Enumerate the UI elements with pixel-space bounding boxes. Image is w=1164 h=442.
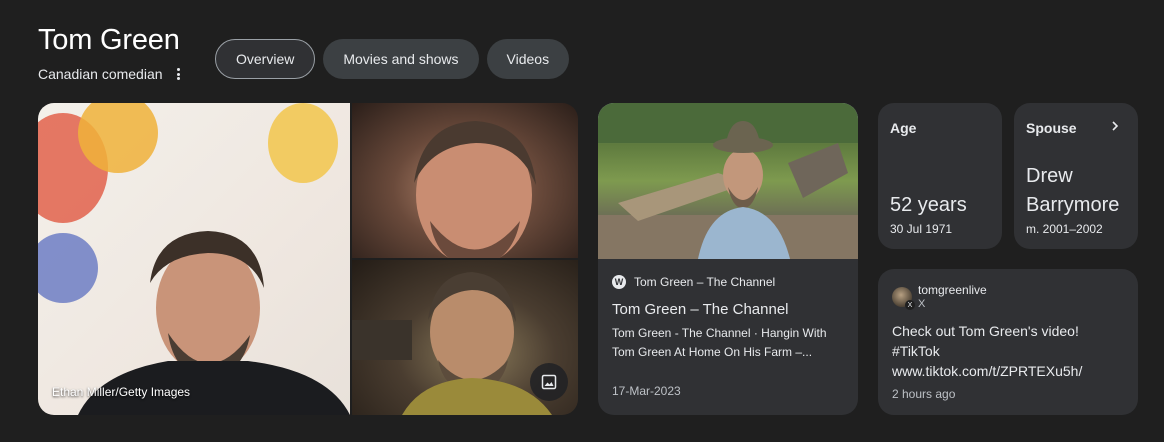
main-photo[interactable]: Ethan Miller/Getty Images xyxy=(38,103,350,415)
tab-movies-and-shows[interactable]: Movies and shows xyxy=(323,39,479,79)
post-hashtag[interactable]: #TikTok xyxy=(892,341,1128,361)
x-logo-icon: X xyxy=(905,300,915,310)
post-handle[interactable]: tomgreenlive xyxy=(918,283,987,297)
tab-overview[interactable]: Overview xyxy=(215,39,316,79)
channel-card[interactable]: W Tom Green – The Channel Tom Green – Th… xyxy=(598,103,858,415)
spouse-card[interactable]: Spouse Drew Barrymore m. 2001–2002 xyxy=(1014,103,1138,249)
entity-title: Tom Green xyxy=(38,24,180,56)
age-card[interactable]: Age 52 years 30 Jul 1971 xyxy=(878,103,1002,249)
wordpress-icon: W xyxy=(612,275,626,289)
channel-source: W Tom Green – The Channel xyxy=(612,275,775,289)
channel-description: Tom Green - The Channel · Hangin With To… xyxy=(612,326,827,359)
post-text: Check out Tom Green's video! #TikTok www… xyxy=(892,321,1128,381)
subtitle-row: Canadian comedian xyxy=(38,66,185,82)
chevron-right-icon[interactable] xyxy=(1110,121,1120,131)
spouse-name-first: Drew xyxy=(1026,165,1073,187)
photo-podcast[interactable] xyxy=(352,260,578,415)
channel-thumbnail xyxy=(598,103,858,259)
entity-subtitle: Canadian comedian xyxy=(38,66,163,82)
image-mosaic: Ethan Miller/Getty Images xyxy=(38,103,578,415)
post-link[interactable]: www.tiktok.com/t/ZPRTEXu5h/ xyxy=(892,361,1128,381)
photo-closeup[interactable] xyxy=(352,103,578,258)
image-gallery-icon[interactable] xyxy=(530,363,568,401)
spouse-name-last: Barrymore xyxy=(1026,194,1120,216)
marriage-years: m. 2001–2002 xyxy=(1026,222,1103,236)
more-vert-icon[interactable] xyxy=(173,66,185,82)
birth-date: 30 Jul 1971 xyxy=(890,222,953,236)
photo-credit: Ethan Miller/Getty Images xyxy=(52,385,191,399)
spouse-label: Spouse xyxy=(1026,120,1077,136)
age-label: Age xyxy=(890,120,917,136)
post-network: X xyxy=(918,298,926,310)
post-time: 2 hours ago xyxy=(892,387,956,401)
source-name: Tom Green – The Channel xyxy=(634,275,776,289)
tab-bar: Overview Movies and shows Videos xyxy=(215,39,570,79)
age-value: 52 years xyxy=(890,194,967,216)
social-post-card[interactable]: X tomgreenlive X Check out Tom Green's v… xyxy=(878,269,1138,415)
post-line-1: Check out Tom Green's video! xyxy=(892,323,1079,339)
channel-title[interactable]: Tom Green – The Channel xyxy=(612,301,789,318)
person-silhouette xyxy=(78,231,350,415)
channel-date: 17-Mar-2023 xyxy=(612,384,681,398)
tab-videos[interactable]: Videos xyxy=(486,39,570,79)
